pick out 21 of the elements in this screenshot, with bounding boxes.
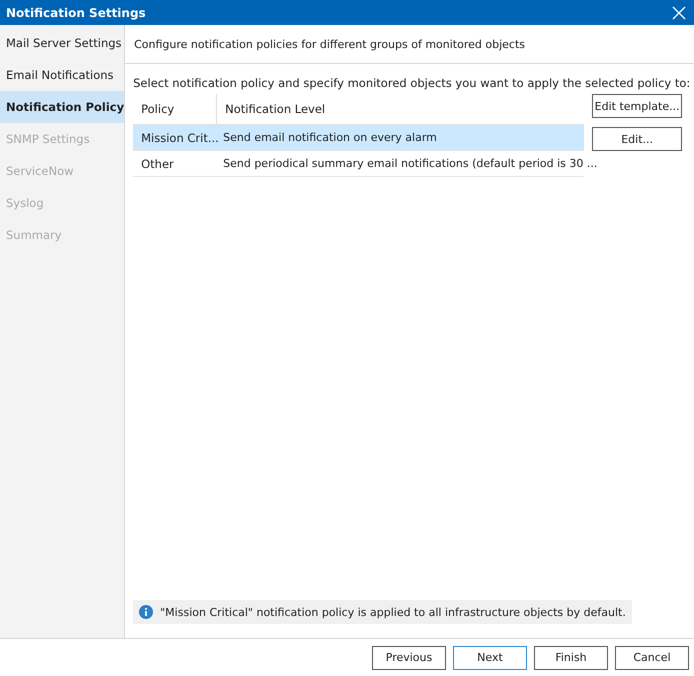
instruction-text: Select notification policy and specify monitored objects you want to apply the selected policy to:	[133, 76, 690, 90]
edit-button[interactable]: Edit template...	[592, 94, 682, 118]
wizard-button[interactable]: Next	[453, 646, 527, 670]
column-header[interactable]: Policy	[133, 94, 218, 124]
table-row[interactable]: Mission Crit... Send email notification on every alarm	[133, 125, 584, 151]
wizard-button[interactable]: Previous	[372, 646, 446, 670]
info-icon	[139, 605, 154, 619]
table-cell-text: Mission Crit...	[140, 130, 216, 144]
wizard-button[interactable]: Cancel	[615, 646, 689, 670]
table-cell-text: Other	[140, 156, 175, 170]
table-cell-text: Send periodical summary email notifications (default period is 30 ...	[222, 157, 598, 170]
sidebar-item[interactable]: Mail Server Settings	[0, 27, 124, 59]
page-description: Configure notification policies for different groups of monitored objects	[134, 38, 525, 50]
sidebar-item[interactable]: Email Notifications	[0, 59, 124, 91]
sidebar-item[interactable]: Notification Policy	[0, 91, 124, 123]
wizard-button[interactable]: Finish	[534, 646, 608, 670]
edit-button[interactable]: Edit...	[592, 127, 682, 151]
info-text: "Mission Critical" notification policy is applied to all infrastructure objects by default.	[160, 606, 626, 618]
column-header[interactable]: Notification Level	[217, 94, 326, 124]
window-title: Notification Settings	[6, 6, 146, 20]
close-icon	[672, 6, 686, 20]
